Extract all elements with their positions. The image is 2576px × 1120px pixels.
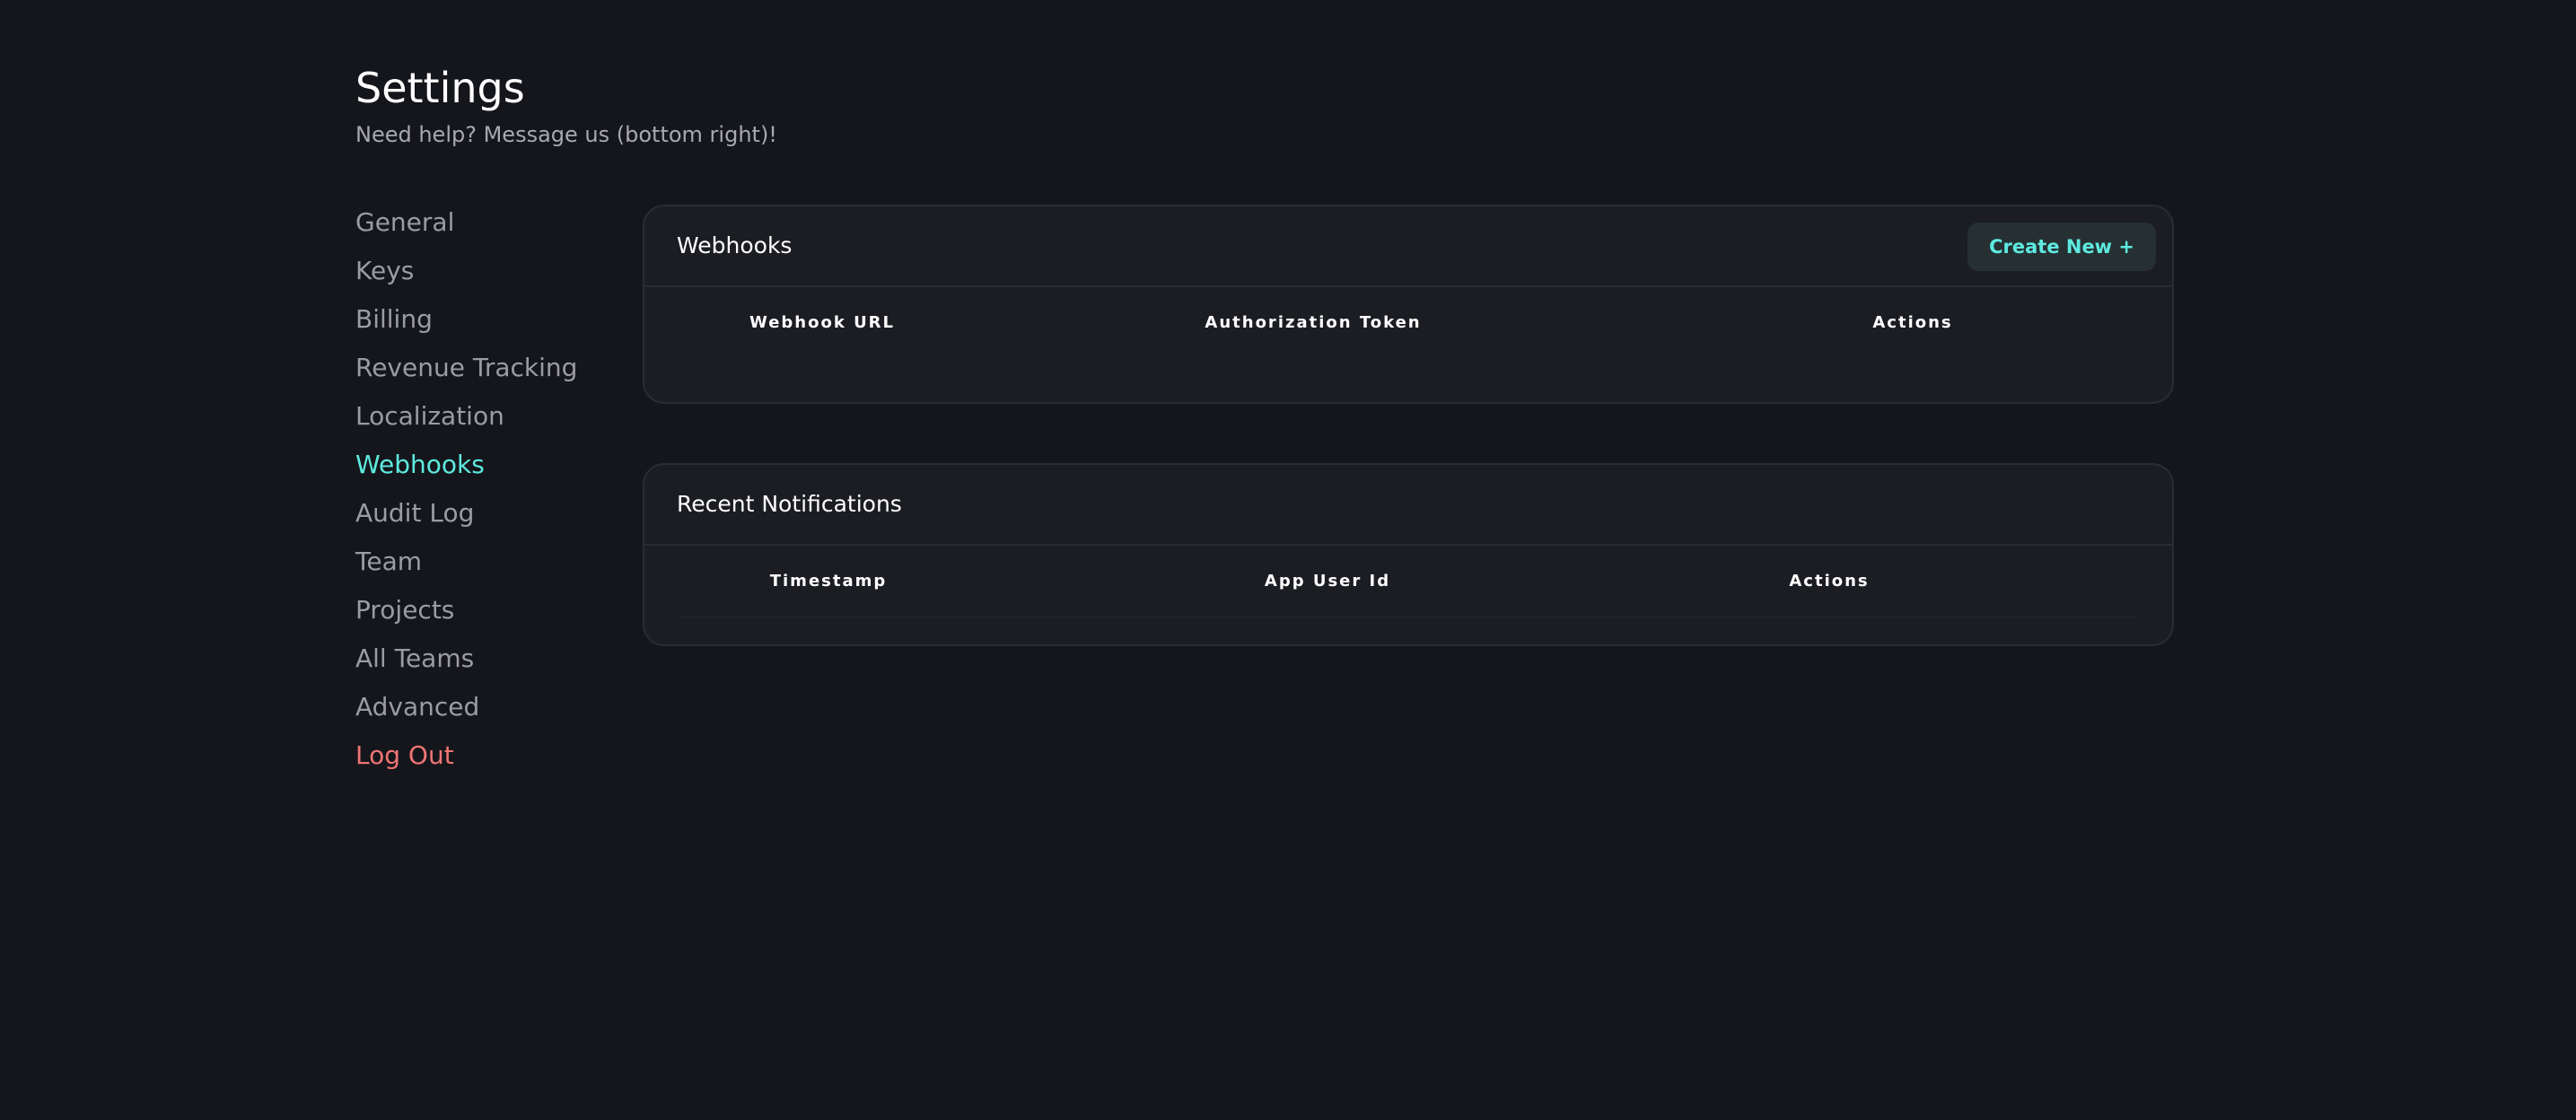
- page-subtitle: Need help? Message us (bottom right)!: [355, 122, 777, 147]
- sidebar-item-audit-log[interactable]: Audit Log: [355, 495, 607, 544]
- settings-sidebar: General Keys Billing Revenue Tracking Lo…: [355, 205, 607, 786]
- notifications-table-divider: [677, 616, 2140, 617]
- page-title: Settings: [355, 64, 525, 112]
- column-header-app-user-id: App User Id: [1264, 572, 1391, 591]
- webhooks-table-header: Webhook URL Authorization Token Actions: [644, 287, 2172, 359]
- column-header-authorization-token: Authorization Token: [1205, 313, 1422, 332]
- recent-notifications-card: Recent Notifications Timestamp App User …: [643, 463, 2174, 646]
- sidebar-item-all-teams[interactable]: All Teams: [355, 641, 607, 689]
- notifications-card-title: Recent Notifications: [677, 491, 902, 517]
- create-webhook-button[interactable]: Create New +: [1967, 223, 2156, 271]
- webhooks-card: Webhooks Create New + Webhook URL Author…: [643, 205, 2174, 404]
- column-header-actions: Actions: [1872, 313, 1953, 332]
- sidebar-item-keys[interactable]: Keys: [355, 253, 607, 302]
- column-header-timestamp: Timestamp: [769, 572, 888, 591]
- sidebar-item-webhooks[interactable]: Webhooks: [355, 447, 607, 495]
- sidebar-item-team[interactable]: Team: [355, 544, 607, 592]
- settings-page: Settings Need help? Message us (bottom r…: [0, 0, 2576, 1120]
- sidebar-item-localization[interactable]: Localization: [355, 398, 607, 447]
- webhooks-card-header: Webhooks Create New +: [644, 206, 2172, 287]
- sidebar-item-revenue-tracking[interactable]: Revenue Tracking: [355, 350, 607, 398]
- sidebar-item-general[interactable]: General: [355, 205, 607, 253]
- sidebar-item-log-out[interactable]: Log Out: [355, 738, 607, 786]
- webhooks-card-title: Webhooks: [677, 232, 793, 258]
- column-header-notification-actions: Actions: [1789, 572, 1870, 591]
- column-header-webhook-url: Webhook URL: [749, 313, 896, 332]
- sidebar-item-projects[interactable]: Projects: [355, 592, 607, 641]
- notifications-table-header: Timestamp App User Id Actions: [644, 546, 2172, 617]
- sidebar-item-billing[interactable]: Billing: [355, 302, 607, 350]
- sidebar-item-advanced[interactable]: Advanced: [355, 689, 607, 738]
- notifications-card-header: Recent Notifications: [644, 465, 2172, 546]
